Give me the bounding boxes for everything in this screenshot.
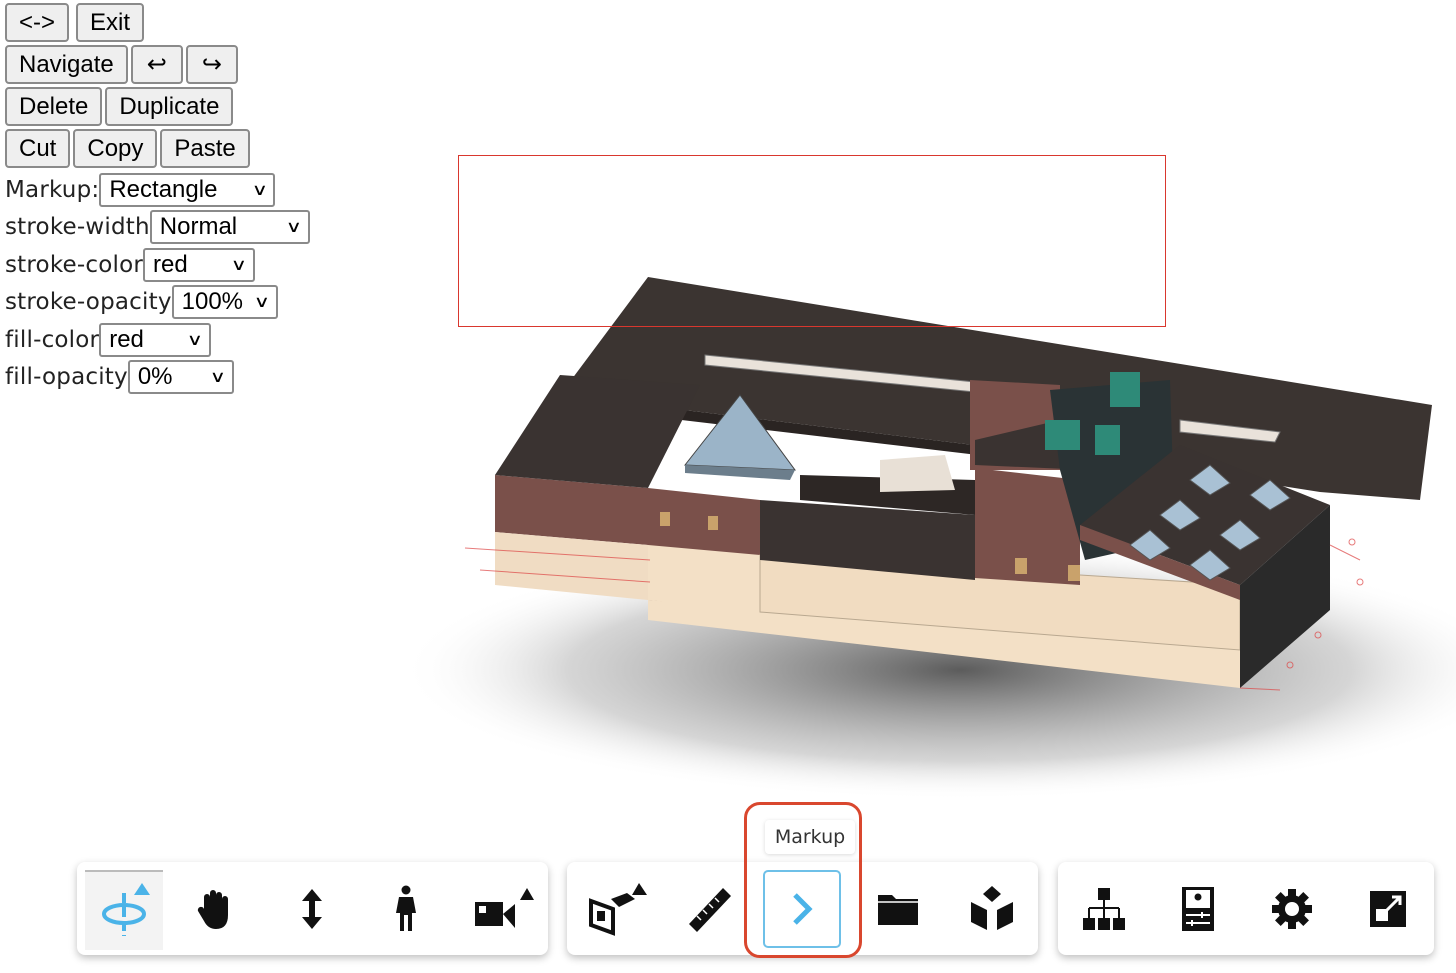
delete-button[interactable]: Delete: [5, 87, 103, 126]
selected-value: 0%: [137, 363, 173, 391]
exit-button[interactable]: Exit: [76, 3, 145, 42]
markup-button[interactable]: [763, 870, 841, 948]
toggle-panel-button[interactable]: <->: [5, 3, 70, 42]
chevron-down-icon: ∨: [209, 369, 227, 387]
pan-button[interactable]: [177, 870, 255, 948]
paste-button[interactable]: Paste: [160, 129, 250, 168]
settings-button[interactable]: [1253, 870, 1331, 948]
selected-value: red: [109, 325, 144, 353]
selected-value: Rectangle: [109, 175, 218, 203]
chevron-down-icon: ∨: [251, 181, 268, 199]
fill-color-field: fill-color red ∨: [5, 321, 310, 359]
cut-button[interactable]: Cut: [5, 129, 71, 168]
fill-color-label: fill-color: [5, 326, 100, 353]
redo-button[interactable]: ↪: [185, 45, 238, 84]
first-person-icon: [396, 885, 416, 931]
zoom-button[interactable]: [273, 870, 351, 948]
fill-opacity-field: fill-opacity 0% ∨: [5, 359, 310, 397]
camera-icon: [475, 888, 534, 928]
measure-button[interactable]: [671, 870, 749, 948]
properties-button[interactable]: [1159, 870, 1237, 948]
stroke-opacity-select[interactable]: 100% ∨: [171, 285, 278, 320]
properties-icon: [1182, 887, 1214, 931]
fullscreen-icon: [1370, 891, 1406, 927]
chevron-down-icon: ∨: [187, 331, 204, 349]
markup-tooltip: Markup: [765, 820, 855, 854]
chevron-down-icon: ∨: [253, 294, 270, 312]
stroke-opacity-label: stroke-opacity: [5, 289, 172, 316]
camera-button[interactable]: [461, 870, 539, 948]
model-browser-icon: [1083, 888, 1125, 930]
section-icon: [589, 883, 647, 936]
stroke-width-label: stroke-width: [5, 214, 150, 241]
markup-type-label: Markup:: [5, 176, 100, 203]
markup-control-panel: <-> Exit Navigate ↩ ↪ Delete Duplicate C…: [5, 3, 310, 396]
fullscreen-button[interactable]: [1349, 870, 1427, 948]
duplicate-button[interactable]: Duplicate: [105, 87, 234, 126]
chevron-down-icon: ∨: [285, 219, 303, 237]
explode-icon: [971, 886, 1013, 930]
stroke-color-select[interactable]: red ∨: [143, 247, 256, 282]
first-person-button[interactable]: [367, 870, 445, 948]
selected-value: 100%: [181, 288, 244, 316]
measure-icon: [689, 888, 731, 932]
fill-opacity-label: fill-opacity: [5, 364, 128, 391]
markup-type-select[interactable]: Rectangle ∨: [99, 172, 276, 207]
explode-button[interactable]: [953, 870, 1031, 948]
document-browser-button[interactable]: [859, 870, 937, 948]
selected-value: red: [153, 250, 188, 278]
model-browser-button[interactable]: [1065, 870, 1143, 948]
undo-button[interactable]: ↩: [130, 45, 183, 84]
markup-rectangle[interactable]: [458, 155, 1166, 327]
stroke-color-field: stroke-color red ∨: [5, 246, 310, 284]
pan-icon: [197, 890, 228, 929]
zoom-icon: [302, 889, 322, 929]
stroke-opacity-field: stroke-opacity 100% ∨: [5, 284, 310, 322]
copy-button[interactable]: Copy: [73, 129, 158, 168]
stroke-width-field: stroke-width Normal ∨: [5, 209, 310, 247]
fill-opacity-select[interactable]: 0% ∨: [127, 360, 234, 395]
navigate-button[interactable]: Navigate: [5, 45, 128, 84]
folder-icon: [878, 895, 918, 925]
stroke-width-select[interactable]: Normal ∨: [149, 210, 310, 245]
settings-icon: [1272, 889, 1312, 929]
stroke-color-label: stroke-color: [5, 251, 144, 278]
fill-color-select[interactable]: red ∨: [99, 322, 212, 357]
chevron-down-icon: ∨: [230, 256, 248, 274]
section-button[interactable]: [573, 870, 651, 948]
orbit-button[interactable]: [85, 870, 163, 950]
markup-type-field: Markup: Rectangle ∨: [5, 171, 310, 209]
orbit-icon: [102, 883, 150, 936]
selected-value: Normal: [159, 213, 238, 241]
markup-icon: [793, 893, 813, 925]
